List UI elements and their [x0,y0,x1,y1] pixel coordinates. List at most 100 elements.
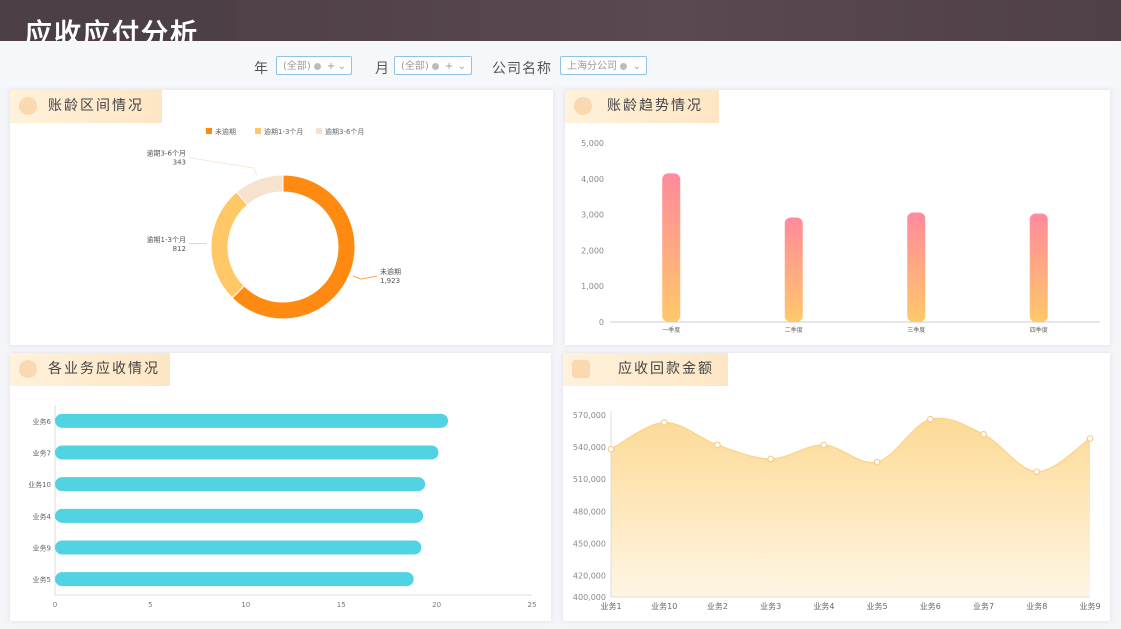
x-tick-label: 业务4 [813,601,834,611]
donut-leader-line [353,275,378,280]
y-tick-label: 3,000 [581,211,604,220]
business-bar [55,572,414,587]
x-tick-label: 10 [241,601,250,609]
legend-swatch [316,128,322,134]
data-point [714,441,721,449]
x-tick-label: 业务5 [867,601,888,611]
month-select[interactable]: (全部) + ⌄ [394,56,472,75]
company-select-value: 上海分公司 [567,61,617,72]
trend-bar-chart: 0 1,000 2,000 3,000 4,000 5,000 一季度 二季度 三季度 四季度 [581,139,1100,334]
company-label: 公司名称 [492,61,552,77]
y-tick-label: 420,000 [573,572,606,581]
y-tick-label: 2,000 [581,246,604,255]
x-tick-label: 一季度 [662,326,680,334]
donut-label: 逾期3-6个月 [147,149,186,158]
business-bar [55,508,424,523]
year-select[interactable]: (全部) + ⌄ [276,56,352,75]
business-bar [55,445,439,460]
data-point [980,430,987,438]
y-tick-label: 0 [599,318,604,327]
trend-bar [662,173,681,322]
x-tick-label: 业务10 [651,601,677,611]
x-tick-label: 四季度 [1030,326,1048,334]
month-label: 月 [375,61,389,77]
y-tick-label: 5,000 [581,139,604,148]
year-select-value: (全部) [283,61,311,72]
x-tick-label: 三季度 [907,326,925,334]
chevron-down-icon: ⌄ [337,61,346,72]
legend-swatch [255,128,261,134]
x-tick-label: 业务1 [600,601,621,611]
area-fill [611,418,1090,597]
x-tick-label: 20 [432,601,441,609]
x-tick-label: 业务6 [920,601,941,611]
x-tick-label: 业务7 [973,601,994,611]
donut-label: 未逾期 [380,267,401,276]
x-tick-label: 业务2 [707,601,728,611]
business-panel: 各业务应收情况 0 5 10 15 20 25 业务6 业务7 业务10 业务4 业务9 业务5 [10,353,551,621]
x-tick-label: 业务9 [1079,601,1100,611]
donut-value: 343 [173,159,186,167]
clear-icon[interactable] [620,62,627,70]
legend-swatch [206,128,212,134]
business-bar [55,540,422,555]
y-tick-label: 业务9 [33,544,51,553]
x-tick-label: 5 [148,601,152,609]
add-icon[interactable]: + [327,61,335,72]
x-tick-label: 0 [53,601,57,609]
legend-label: 逾期1-3个月 [264,127,303,136]
trend-bar [784,217,803,322]
x-tick-label: 25 [528,601,537,609]
payback-panel: 应收回款金额 400,000 420,000 450,000 480,000 510,0… [563,353,1110,621]
payback-area-chart: 400,000 420,000 450,000 480,000 510,000 540,0… [573,411,1101,611]
business-bar [55,477,426,492]
y-tick-label: 570,000 [573,411,606,420]
year-label: 年 [254,61,268,77]
trend-bar [1029,213,1048,322]
clear-icon[interactable] [431,62,439,70]
aging-panel: 账龄区间情况 未逾期 逾期1-3个月 逾期3-6个月 未逾期 1,923 逾期1-3个月 8… [10,90,553,345]
data-point [927,415,934,423]
data-point [660,419,668,426]
y-tick-label: 540,000 [573,443,606,452]
donut-value: 812 [173,245,186,253]
y-tick-label: 510,000 [573,475,606,484]
trend-bar [907,212,926,322]
donut-slice [210,191,249,299]
data-point [1086,435,1094,442]
chevron-down-icon: ⌄ [457,61,466,72]
business-bar [55,413,449,428]
y-tick-label: 业务10 [28,480,51,489]
y-tick-label: 业务4 [33,512,52,521]
y-tick-label: 400,000 [573,593,606,602]
month-select-value: (全部) [401,61,429,72]
chevron-down-icon: ⌄ [632,61,641,72]
x-tick-label: 业务8 [1026,601,1047,611]
data-point [767,455,774,463]
legend-label: 逾期3-6个月 [325,127,364,136]
donut-leader-line [188,157,258,176]
company-select[interactable]: 上海分公司 ⌄ [560,56,647,75]
add-icon[interactable]: + [445,61,453,72]
donut-value: 1,923 [380,277,400,285]
donut-slice [235,174,284,206]
data-point [820,441,828,449]
legend-label: 未逾期 [215,127,236,136]
trend-panel: 账龄趋势情况 0 1,000 2,000 3,000 4,000 5,000 一季度 二季度三… [565,90,1110,345]
y-tick-label: 480,000 [573,507,606,516]
business-bar-chart: 0 5 10 15 20 25 业务6 业务7 业务10 业务4 业务9 业务5 [28,405,537,609]
data-point [607,445,615,453]
x-tick-label: 15 [337,601,346,609]
aging-donut-chart: 未逾期 逾期1-3个月 逾期3-6个月未逾期1,923逾期1-3个月812逾期3-6… [147,127,401,320]
data-point [873,458,881,466]
clear-icon[interactable] [313,62,321,70]
y-tick-label: 1,000 [581,282,604,291]
y-tick-label: 业务5 [33,575,51,584]
x-tick-label: 业务3 [760,601,781,611]
y-tick-label: 业务7 [33,449,51,458]
y-tick-label: 4,000 [581,175,604,184]
x-tick-label: 二季度 [785,326,803,334]
data-point [1033,468,1041,476]
donut-label: 逾期1-3个月 [147,235,186,244]
y-tick-label: 业务6 [33,417,52,426]
